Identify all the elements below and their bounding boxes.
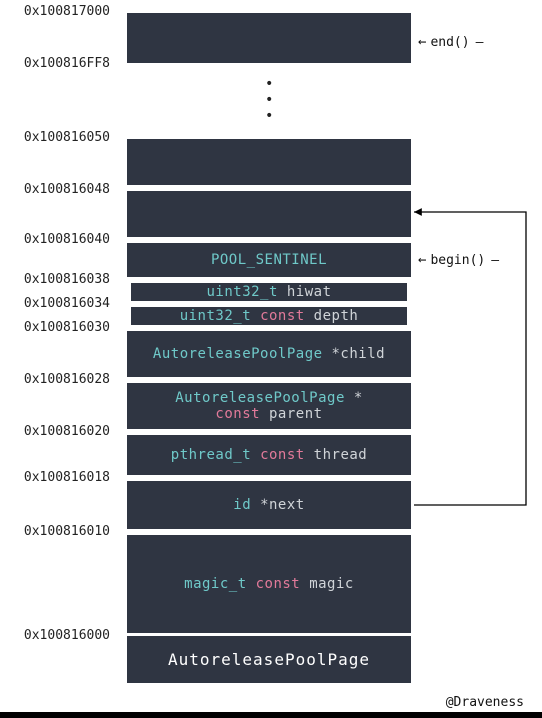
addr-0x100816050: 0x100816050 (0, 130, 110, 145)
annotation-end-label: end() (430, 35, 469, 50)
name-depth: depth (314, 308, 359, 324)
type-next: id (233, 497, 251, 513)
kw-depth: const (260, 308, 305, 324)
field-next: id *next (124, 478, 414, 532)
kw-parent: const (215, 406, 260, 422)
addr-0x100816040: 0x100816040 (0, 232, 110, 247)
addr-0x100817000: 0x100817000 (0, 4, 110, 19)
annotation-begin-dash: — (491, 253, 499, 268)
addr-0x100816010: 0x100816010 (0, 524, 110, 539)
field-hiwat: uint32_t hiwat (128, 280, 410, 304)
addr-0x100816018: 0x100816018 (0, 470, 110, 485)
slot-pool-sentinel: POOL_SENTINEL (124, 240, 414, 280)
addr-0x100816FF8: 0x100816FF8 (0, 56, 110, 71)
type-thread: pthread_t (171, 447, 251, 463)
name-magic: magic (309, 576, 354, 592)
bottom-bar (0, 712, 542, 718)
slot-empty-lower (124, 188, 414, 240)
addr-0x100816000: 0x100816000 (0, 628, 110, 643)
ellipsis-dot: • (265, 112, 273, 120)
pointer-next-arrow (414, 200, 534, 520)
addr-0x100816020: 0x100816020 (0, 424, 110, 439)
addr-0x100816048: 0x100816048 (0, 182, 110, 197)
annotation-begin: begin() — (418, 252, 499, 268)
ellipsis-dot: • (265, 80, 273, 88)
addr-0x100816034: 0x100816034 (0, 296, 110, 311)
addr-0x100816030: 0x100816030 (0, 320, 110, 335)
ellipsis-dot: • (265, 96, 273, 104)
name-next: *next (260, 497, 305, 513)
type-parent: AutoreleasePoolPage (175, 390, 345, 406)
field-child: AutoreleasePoolPage *child (124, 328, 414, 380)
annotation-end-dash: — (476, 35, 484, 50)
addr-0x100816038: 0x100816038 (0, 272, 110, 287)
field-thread: pthread_t const thread (124, 432, 414, 478)
kw-thread: const (260, 447, 305, 463)
field-magic: magic_t const magic (124, 532, 414, 636)
type-depth: uint32_t (180, 308, 251, 324)
name-child: *child (332, 346, 386, 362)
field-depth: uint32_t const depth (128, 304, 410, 328)
type-child: AutoreleasePoolPage (153, 346, 323, 362)
type-hiwat: uint32_t (206, 284, 277, 300)
slot-end (124, 10, 414, 66)
field-parent: AutoreleasePoolPage * const parent (124, 380, 414, 432)
annotation-end: end() — (418, 34, 483, 50)
name-hiwat: hiwat (287, 284, 332, 300)
struct-title: AutoreleasePoolPage (168, 650, 370, 669)
credit: @Draveness (446, 695, 524, 710)
addr-0x100816028: 0x100816028 (0, 372, 110, 387)
text-pool-sentinel: POOL_SENTINEL (211, 252, 327, 268)
star-parent: * (354, 390, 363, 406)
type-magic: magic_t (184, 576, 247, 592)
annotation-begin-label: begin() (430, 253, 485, 268)
name-thread: thread (314, 447, 368, 463)
kw-magic: const (256, 576, 301, 592)
struct-title-block: AutoreleasePoolPage (124, 636, 414, 686)
slot-empty-upper (124, 136, 414, 188)
name-parent: parent (269, 406, 323, 422)
